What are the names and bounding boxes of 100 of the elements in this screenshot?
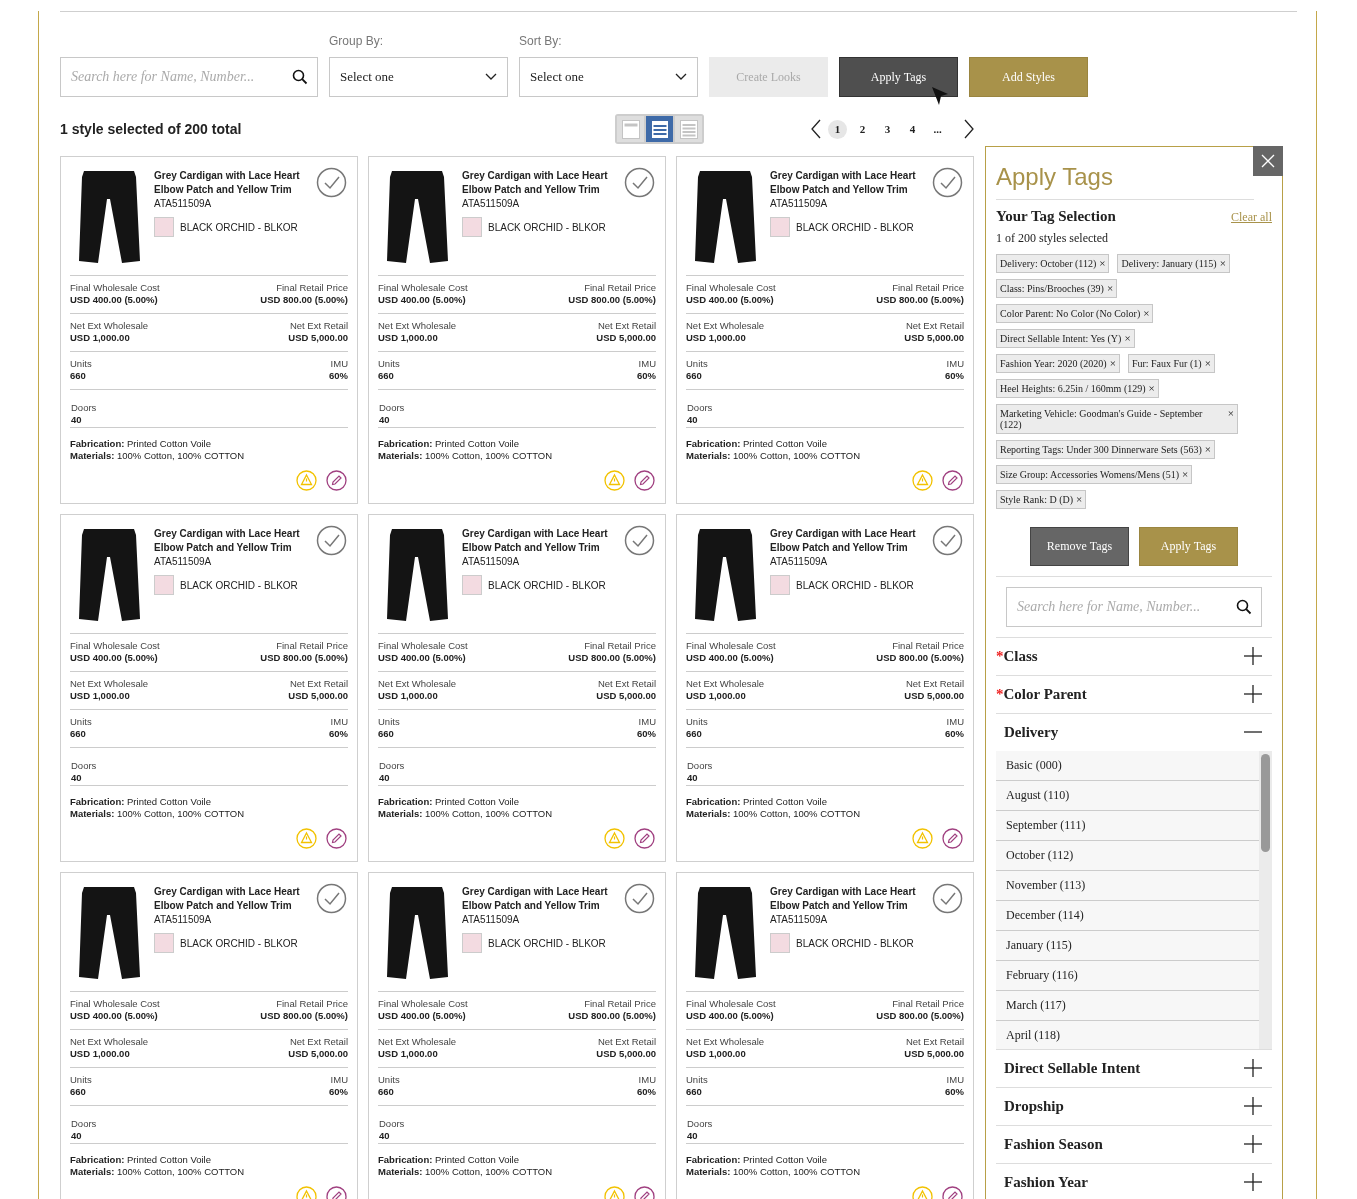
accordion-header[interactable]: *Class: [996, 637, 1272, 675]
edit-icon[interactable]: [326, 470, 347, 491]
remove-tag-icon[interactable]: ×: [1148, 382, 1155, 394]
close-button[interactable]: [1253, 146, 1283, 176]
accordion-header[interactable]: *Color Parent: [996, 675, 1272, 713]
dropdown-label: Sort By:: [519, 33, 563, 50]
remove-tag-icon[interactable]: ×: [1109, 357, 1116, 369]
search-field[interactable]: Search here for Name, Number...: [1006, 586, 1262, 627]
page-link[interactable]: ...: [928, 119, 947, 139]
metric-value: USD 800.00 (5.00%): [876, 652, 964, 664]
color-swatch: [154, 575, 174, 595]
checkmark-circle-icon[interactable]: [316, 883, 347, 914]
metric-label: IMU: [637, 358, 656, 370]
tag-chip[interactable]: Reporting Tags: Under 300 Dinnerware Sets (563) ×: [996, 439, 1216, 459]
metric-label: Final Retail Price: [275, 282, 348, 294]
tag-chip[interactable]: Style Rank: D (D) ×: [996, 489, 1087, 509]
accordion-header[interactable]: Fashion Season: [996, 1125, 1272, 1163]
accordion-header[interactable]: Dropship: [996, 1087, 1272, 1125]
checkmark-circle-icon[interactable]: [316, 167, 347, 198]
remove-tag-icon[interactable]: ×: [1076, 493, 1083, 505]
view-mode-button[interactable]: [646, 116, 673, 142]
accordion-title: Direct Sellable Intent: [1004, 1059, 1141, 1076]
remove-tag-icon[interactable]: ×: [1124, 332, 1131, 344]
page-link[interactable]: 2: [853, 119, 872, 139]
metric-label: Units: [378, 1074, 400, 1086]
checkmark-circle-icon[interactable]: [316, 525, 347, 556]
tag-chip[interactable]: Delivery: October (112) ×: [996, 253, 1110, 273]
metric-value: USD 5,000.00: [904, 332, 964, 344]
metric-value: 660: [686, 1086, 703, 1098]
metric-label: Final Retail Price: [275, 998, 348, 1010]
chevron-left-icon[interactable]: [810, 119, 822, 139]
accordion-header[interactable]: Direct Sellable Intent: [996, 1049, 1272, 1087]
metric-label: Final Wholesale Cost: [70, 998, 160, 1010]
tag-chip[interactable]: Class: Pins/Brooches (39) ×: [996, 278, 1118, 298]
page-link[interactable]: 3: [878, 119, 897, 139]
product-title: Grey Cardigan with Lace Heart Elbow Patch and Yellow Trim: [462, 885, 609, 913]
metric-value: 40: [71, 414, 83, 426]
edit-icon[interactable]: [942, 828, 963, 849]
search-icon: [292, 69, 308, 85]
dropdown[interactable]: Select one: [329, 57, 508, 97]
edit-icon[interactable]: [634, 470, 655, 491]
metric-label: Doors: [379, 1118, 405, 1130]
remove-tag-icon[interactable]: ×: [1182, 468, 1189, 480]
metric-value: USD 400.00 (5.00%): [378, 652, 467, 664]
scrollbar-thumb[interactable]: [1261, 753, 1270, 852]
tag-chip[interactable]: Delivery: January (115) ×: [1117, 253, 1230, 273]
product-title: Grey Cardigan with Lace Heart Elbow Patch and Yellow Trim: [462, 169, 609, 197]
remove-tag-icon[interactable]: ×: [1143, 307, 1150, 319]
page-link[interactable]: 1: [828, 119, 847, 139]
metric-value: 40: [71, 772, 83, 784]
tag-chip[interactable]: Heel Heights: 6.25in / 160mm (129) ×: [996, 378, 1159, 398]
remove-tag-icon[interactable]: ×: [1204, 443, 1212, 455]
metric-label: Final Retail Price: [891, 998, 964, 1010]
color-swatch: [770, 217, 790, 237]
metric-value: 60%: [329, 1086, 348, 1098]
scrollbar[interactable]: [1259, 750, 1272, 1049]
color-name: BLACK ORCHID - BLKOR: [488, 578, 606, 593]
dropdown[interactable]: Select one: [519, 57, 698, 97]
tag-chip[interactable]: Fur: Faux Fur (1) ×: [1127, 353, 1215, 373]
remove-tag-icon[interactable]: ×: [1099, 257, 1106, 269]
metric-value: 660: [686, 370, 703, 382]
style-number: ATA511509A: [770, 913, 829, 927]
option-item[interactable]: Basic (000): [996, 750, 1259, 781]
tag-chip[interactable]: Color Parent: No Color (No Color) ×: [996, 303, 1154, 323]
checkmark-circle-icon[interactable]: [624, 167, 655, 198]
tag-chip[interactable]: Fashion Year: 2020 (2020) ×: [996, 353, 1120, 373]
remove-tag-icon[interactable]: ×: [1227, 407, 1234, 419]
metric-label: Doors: [687, 1118, 713, 1130]
chevron-right-icon[interactable]: [963, 119, 975, 139]
metric-label: Doors: [71, 760, 97, 772]
panel-button[interactable]: Remove Tags: [1030, 526, 1129, 566]
style-number: ATA511509A: [154, 913, 213, 927]
toolbar-button[interactable]: Apply Tags: [839, 57, 958, 97]
metric-value: USD 5,000.00: [288, 1048, 348, 1060]
metric-value: USD 1,000.00: [686, 332, 747, 344]
search-field[interactable]: Search here for Name, Number...: [60, 57, 318, 97]
remove-tag-icon[interactable]: ×: [1219, 257, 1226, 269]
tag-chip[interactable]: Direct Sellable Intent: Yes (Y) ×: [996, 328, 1135, 348]
tag-chip[interactable]: Size Group: Accessories Womens/Mens (51) ×: [996, 464, 1193, 484]
checkmark-circle-icon[interactable]: [932, 167, 963, 198]
remove-tag-icon[interactable]: ×: [1204, 357, 1211, 369]
accordion-header[interactable]: Fashion Year: [996, 1163, 1272, 1199]
section-heading: Your Tag Selection: [996, 207, 1116, 226]
metric-value: 660: [70, 728, 87, 740]
tag-chip[interactable]: Marketing Vehicle: Goodman's Guide - September (122) ×: [996, 403, 1238, 434]
checkmark-circle-icon[interactable]: [624, 883, 655, 914]
metric-value: 60%: [945, 728, 964, 740]
required-asterisk: *: [996, 685, 1004, 702]
edit-icon[interactable]: [634, 828, 655, 849]
checkmark-circle-icon[interactable]: [932, 525, 963, 556]
checkmark-circle-icon[interactable]: [932, 883, 963, 914]
metric-value: USD 5,000.00: [904, 690, 964, 702]
checkmark-circle-icon[interactable]: [624, 525, 655, 556]
accordion-header[interactable]: Delivery: [996, 713, 1272, 751]
edit-icon[interactable]: [942, 470, 963, 491]
plus-icon: [1244, 647, 1262, 665]
metric-label: Final Wholesale Cost: [686, 282, 776, 294]
remove-tag-icon[interactable]: ×: [1106, 282, 1114, 294]
page-link[interactable]: 4: [903, 119, 922, 139]
edit-icon[interactable]: [326, 828, 347, 849]
